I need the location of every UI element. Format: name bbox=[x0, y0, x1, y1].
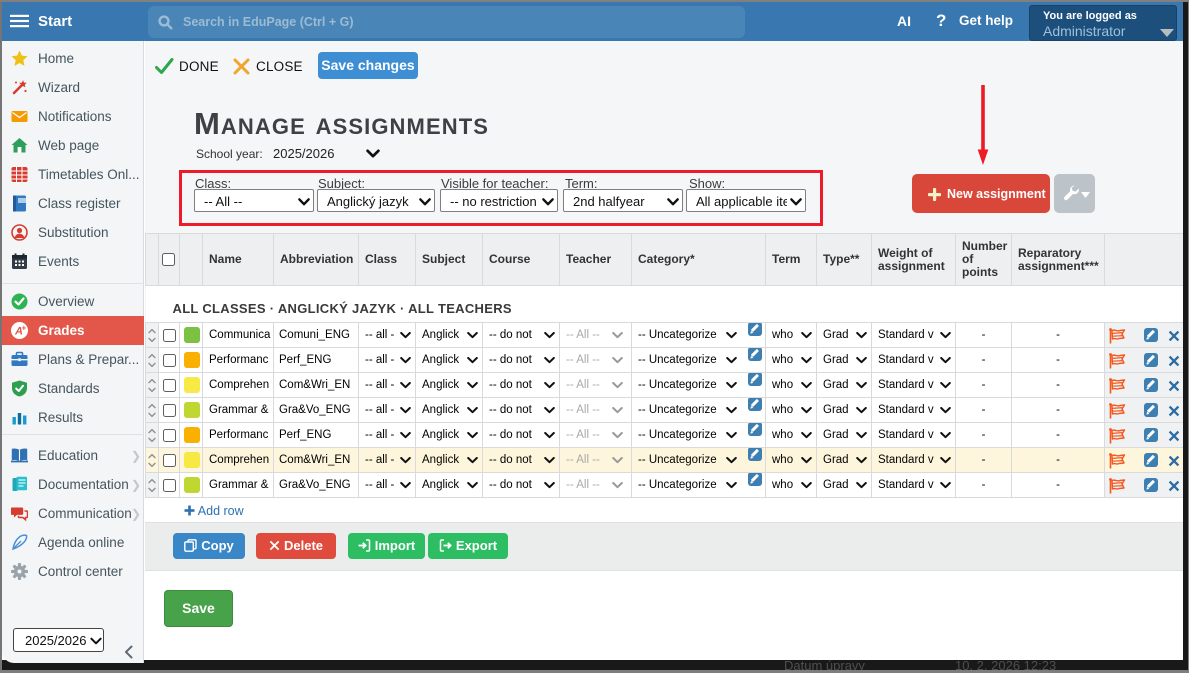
svg-text:+: + bbox=[22, 324, 27, 333]
